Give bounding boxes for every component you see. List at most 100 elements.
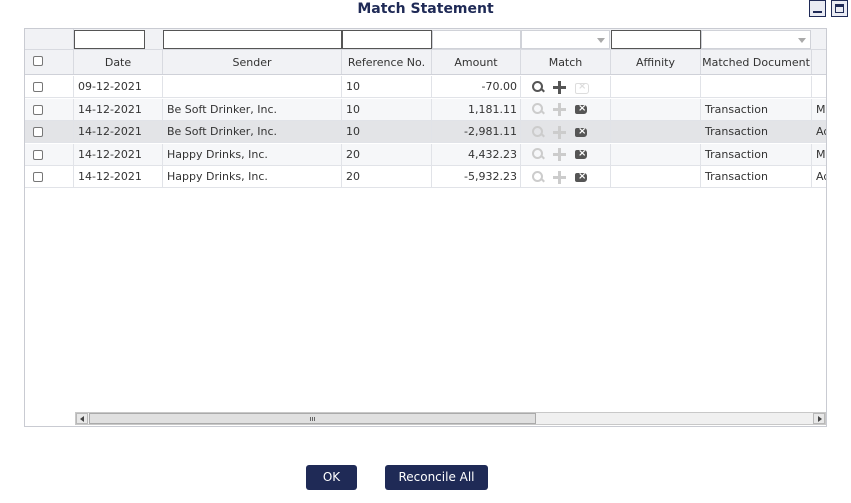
table-row[interactable]: 14-12-2021 Be Soft Drinker, Inc. 10 1,181.1… [25, 98, 826, 121]
amount-cell: 4,432.23 [432, 143, 521, 165]
maximize-button[interactable] [831, 0, 848, 17]
ok-button[interactable]: OK [306, 465, 357, 490]
matched-document-cell: Transaction [701, 166, 812, 187]
col-affinity[interactable]: Affinity [611, 50, 701, 74]
add-match-icon[interactable] [552, 80, 567, 95]
reference-filter-input[interactable] [342, 30, 432, 49]
extra-cell: M [816, 147, 826, 161]
matched-document-cell [701, 76, 812, 97]
search-icon [531, 170, 546, 185]
remove-match-icon[interactable] [573, 147, 588, 162]
col-matched-document[interactable]: Matched Document [701, 50, 812, 74]
date-cell: 14-12-2021 [74, 121, 163, 142]
reference-cell: 20 [342, 166, 432, 187]
row-select-cell [25, 166, 74, 187]
sender-cell: Be Soft Drinker, Inc. [163, 98, 342, 120]
row-checkbox[interactable] [33, 127, 43, 137]
date-filter-input[interactable] [74, 30, 145, 49]
extra-cell: Ad [816, 125, 826, 138]
amount-cell: -2,981.11 [432, 121, 521, 142]
extra-cell: Ad [816, 170, 826, 183]
search-icon[interactable] [531, 80, 546, 95]
search-icon [531, 125, 546, 140]
reference-cell: 10 [342, 98, 432, 120]
match-actions [521, 76, 589, 97]
add-match-icon [552, 170, 567, 185]
horizontal-scrollbar[interactable] [75, 412, 826, 425]
date-cell: 14-12-2021 [74, 98, 163, 120]
add-match-icon [552, 125, 567, 140]
match-filter-select[interactable] [521, 30, 610, 49]
match-actions [521, 121, 588, 142]
sender-filter-input[interactable] [163, 30, 342, 49]
amount-cell: -5,932.23 [432, 166, 521, 187]
amount-cell: -70.00 [432, 76, 521, 97]
affinity-cell [611, 121, 701, 142]
search-icon [531, 102, 546, 117]
matched-document-cell: Transaction [701, 98, 812, 120]
col-extra [812, 50, 826, 74]
row-checkbox[interactable] [33, 104, 43, 115]
match-actions [521, 99, 588, 120]
matched-document-cell: Transaction [701, 121, 812, 142]
statement-grid: Date Sender Reference No. Amount Match A… [24, 28, 827, 427]
date-cell: 14-12-2021 [74, 143, 163, 165]
remove-match-icon[interactable] [573, 125, 588, 140]
reference-cell: 10 [342, 76, 432, 97]
col-amount[interactable]: Amount [432, 50, 521, 74]
sender-cell [163, 76, 342, 97]
add-match-icon [552, 102, 567, 117]
amount-cell: 1,181.11 [432, 98, 521, 120]
remove-match-icon[interactable] [573, 102, 588, 117]
add-match-icon [552, 147, 567, 162]
affinity-cell [611, 143, 701, 165]
row-select-cell [25, 143, 74, 165]
date-filter-cell [74, 29, 163, 49]
scroll-right-icon[interactable] [813, 413, 825, 424]
col-reference[interactable]: Reference No. [342, 50, 432, 74]
row-checkbox[interactable] [33, 82, 43, 92]
col-match[interactable]: Match [521, 50, 611, 74]
filter-spacer [25, 29, 74, 49]
match-cell [521, 121, 611, 142]
table-row[interactable]: 09-12-2021 10 -70.00 [25, 76, 826, 98]
row-select-cell [25, 121, 74, 142]
dialog-title: Match Statement [357, 1, 494, 17]
remove-match-icon[interactable] [573, 170, 588, 185]
date-cell: 09-12-2021 [74, 76, 163, 97]
match-cell [521, 166, 611, 187]
table-row[interactable]: 14-12-2021 Happy Drinks, Inc. 20 4,432.23 Tr… [25, 143, 826, 166]
match-cell [521, 143, 611, 165]
match-actions [521, 166, 588, 187]
affinity-cell [611, 166, 701, 187]
col-sender[interactable]: Sender [163, 50, 342, 74]
search-icon [531, 147, 546, 162]
scroll-left-icon[interactable] [76, 413, 88, 424]
row-select-cell [25, 98, 74, 120]
amount-filter-input[interactable] [432, 30, 521, 49]
sender-cell: Happy Drinks, Inc. [163, 166, 342, 187]
table-row[interactable]: 14-12-2021 Happy Drinks, Inc. 20 -5,932.23 T… [25, 166, 826, 188]
row-checkbox[interactable] [33, 149, 43, 160]
maximize-icon [835, 4, 844, 13]
scroll-thumb[interactable] [89, 413, 536, 424]
select-all-checkbox[interactable] [33, 56, 43, 66]
row-checkbox[interactable] [33, 172, 43, 182]
document-filter-select[interactable] [701, 30, 811, 49]
remove-match-icon [573, 80, 589, 95]
select-all-cell [25, 50, 74, 74]
filter-row [25, 29, 826, 50]
match-cell [521, 76, 611, 97]
col-date[interactable]: Date [74, 50, 163, 74]
chevron-down-icon [597, 38, 605, 43]
match-cell [521, 98, 611, 120]
table-row[interactable]: 14-12-2021 Be Soft Drinker, Inc. 10 -2,981.… [25, 121, 826, 143]
minimize-button[interactable] [809, 0, 826, 17]
header-row: Date Sender Reference No. Amount Match A… [25, 50, 826, 75]
reference-cell: 10 [342, 121, 432, 142]
reference-cell: 20 [342, 143, 432, 165]
affinity-cell [611, 98, 701, 120]
affinity-filter-input[interactable] [611, 30, 701, 49]
sender-cell: Happy Drinks, Inc. [163, 143, 342, 165]
reconcile-all-button[interactable]: Reconcile All [385, 465, 488, 490]
